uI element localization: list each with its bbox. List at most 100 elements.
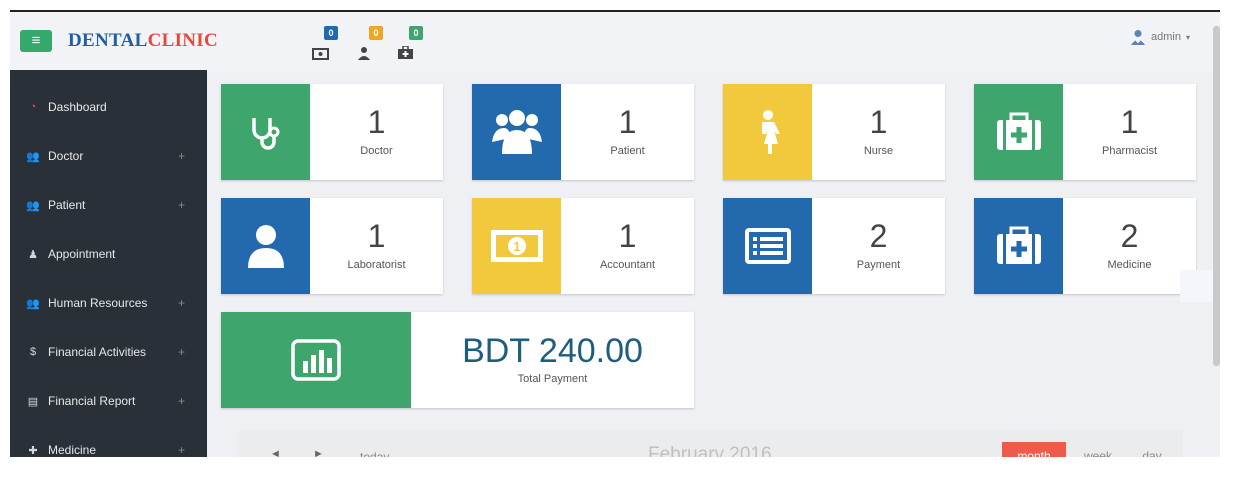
stat-label: Nurse [863,145,894,157]
stat-card-nurse[interactable]: 1 Nurse [723,84,945,180]
sidebar-item-medicine[interactable]: ✚ Medicine + [10,427,207,457]
month-view-button[interactable]: month [1002,442,1066,457]
sidebar-item-label: Financial Report [48,394,136,408]
stat-icon-box [974,198,1063,294]
users-icon: 👥 [26,199,40,212]
stat-label: Medicine [1107,259,1152,271]
stat-label: Doctor [360,145,393,157]
sidebar-item-label: Financial Activities [48,345,147,359]
expand-icon: + [177,443,185,457]
notification-badge: 0 [409,26,423,40]
users-icon: 👥 [26,297,40,310]
sidebar: ◔ Dashboard 👥 Doctor + 👥 Patient + ♟ App… [10,70,207,457]
stat-value: 1 [869,104,888,140]
day-view-button[interactable]: day [1120,442,1184,457]
sidebar-item-financial-report[interactable]: ▤ Financial Report + [10,378,207,424]
medkit-icon [996,112,1041,150]
stat-value: 1 [1120,104,1139,140]
stat-label: Accountant [599,259,656,271]
stat-icon-box [472,84,561,180]
medkit-icon [398,46,413,59]
user-name: admin [1151,31,1181,43]
female-icon [761,110,780,154]
sidebar-item-human-resources[interactable]: 👥 Human Resources + [10,280,207,326]
stat-value: 1 [618,218,637,254]
user-md-icon [1131,30,1146,45]
stat-card-doctor[interactable]: 1 Doctor [221,84,443,180]
notification-badge: 0 [369,26,383,40]
expand-icon: + [177,296,185,310]
stat-icon-box [221,312,411,408]
medkit-notification[interactable]: 0 [397,26,431,60]
sidebar-item-label: Dashboard [48,100,107,114]
stat-icon-box [723,84,812,180]
list-alt-icon [744,228,791,264]
stat-value: 2 [869,218,888,254]
stat-value: 2 [1120,218,1139,254]
stat-icon-box [221,84,310,180]
expand-icon: + [177,149,185,163]
stat-label: Pharmacist [1101,145,1158,157]
stat-icon-box [974,84,1063,180]
dashboard-icon: ◔ [29,101,37,113]
sidebar-item-appointment[interactable]: ♟ Appointment [10,231,207,277]
user-icon: ♟ [28,248,38,261]
stat-icon-box [221,198,310,294]
sidebar-item-label: Appointment [48,247,116,261]
sidebar-item-patient[interactable]: 👥 Patient + [10,182,207,228]
sidebar-item-label: Doctor [48,149,84,163]
app-window: ≡ DENTALCLINIC 0 0 0 admin ▾ ◔ Dashboard [10,10,1220,457]
user-icon [358,47,370,60]
menu-toggle-button[interactable]: ≡ [20,30,52,52]
stat-card-patient[interactable]: 1 Patient [472,84,694,180]
users-icon [491,110,542,154]
total-payment-card[interactable]: BDT 240.00 Total Payment [221,312,694,408]
bar-chart-icon [291,339,341,381]
today-button[interactable]: today [360,450,389,457]
stat-card-medicine[interactable]: 2 Medicine [974,198,1196,294]
brand-part-2: CLINIC [147,30,219,51]
stat-card-payment[interactable]: 2 Payment [723,198,945,294]
sidebar-item-label: Patient [48,198,86,212]
dollar-icon: $ [29,346,37,358]
user-icon [247,225,284,268]
stat-card-pharmacist[interactable]: 1 Pharmacist [974,84,1196,180]
brand-part-1: DENTAL [68,30,148,51]
user-notification[interactable]: 0 [357,26,391,60]
money-notification[interactable]: 0 [312,26,346,60]
stat-value: 1 [367,104,386,140]
expand-icon: + [177,198,185,212]
vertical-scrollbar[interactable] [1213,26,1220,366]
expand-icon: + [177,394,185,408]
sidebar-item-label: Medicine [48,443,97,457]
user-menu[interactable]: admin ▾ [1130,29,1190,45]
money-icon: 1 [490,230,543,262]
stat-card-accountant[interactable]: 1 1 Accountant [472,198,694,294]
total-payment-value: BDT 240.00 [462,332,643,370]
sidebar-item-dashboard[interactable]: ◔ Dashboard [10,84,207,130]
caret-down-icon: ▾ [1185,32,1190,42]
money-icon [312,48,329,60]
stat-label: Payment [856,259,901,271]
next-button[interactable]: ► [313,448,324,457]
stat-value: 1 [618,104,637,140]
calendar-toolbar: ◄ ► today February 2016 month week day [238,430,1183,457]
expand-icon: + [177,345,185,359]
prev-button[interactable]: ◄ [270,448,281,457]
sidebar-item-doctor[interactable]: 👥 Doctor + [10,133,207,179]
stat-value: 1 [367,218,386,254]
medkit-icon: ✚ [28,444,38,457]
sidebar-item-label: Human Resources [48,296,148,310]
calendar-title: February 2016 [648,444,772,457]
svg-text:1: 1 [513,239,520,254]
stethoscope-icon [251,118,279,150]
sidebar-item-financial-activities[interactable]: $ Financial Activities + [10,329,207,375]
book-icon: ▤ [27,395,39,408]
notification-badge: 0 [324,26,338,40]
total-payment-label: Total Payment [517,373,588,385]
top-bar: ≡ DENTALCLINIC 0 0 0 admin ▾ [10,12,1220,72]
users-icon: 👥 [26,150,40,163]
stat-card-laboratorist[interactable]: 1 Laboratorist [221,198,443,294]
stat-icon-box [723,198,812,294]
brand-logo[interactable]: DENTALCLINIC [68,30,218,52]
